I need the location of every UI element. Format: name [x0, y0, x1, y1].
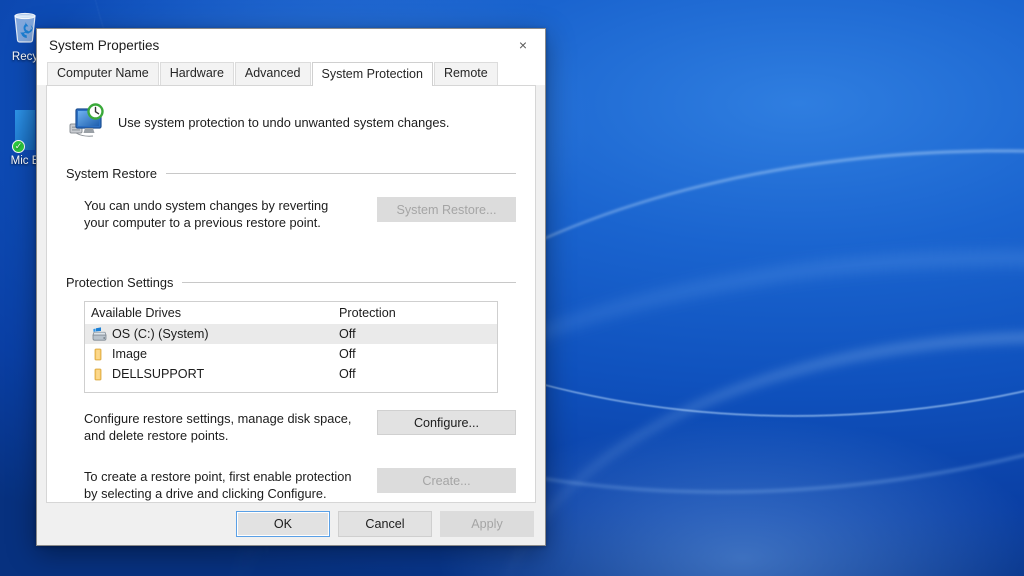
title-bar: System Properties ×: [37, 29, 545, 62]
system-restore-heading-row: System Restore: [66, 166, 516, 181]
close-icon[interactable]: ×: [501, 29, 545, 61]
protection-settings-group: Protection Settings Available Drives Pro…: [61, 275, 521, 502]
system-properties-window: System Properties × Computer Name Hardwa…: [36, 28, 546, 546]
tab-hardware[interactable]: Hardware: [159, 62, 234, 85]
tab-advanced[interactable]: Advanced: [234, 62, 311, 85]
drive-protection-status: Off: [339, 327, 356, 341]
edge-check-badge: ✓: [12, 140, 25, 153]
column-header-available-drives: Available Drives: [91, 306, 182, 320]
intro-text: Use system protection to undo unwanted s…: [118, 115, 450, 130]
column-header-protection: Protection: [339, 306, 396, 320]
system-protection-icon: [67, 103, 105, 144]
tab-strip: Computer Name Hardware Advanced System P…: [37, 62, 545, 86]
create-row: To create a restore point, first enable …: [66, 468, 516, 502]
system-restore-description: You can undo system changes by reverting…: [84, 198, 329, 230]
create-description: To create a restore point, first enable …: [84, 469, 352, 501]
create-button[interactable]: Create...: [377, 468, 516, 493]
desktop: Recy ✓ Mic E System Properties × Compute…: [0, 0, 1024, 576]
protection-settings-heading-row: Protection Settings: [66, 275, 516, 290]
protection-settings-heading: Protection Settings: [66, 275, 174, 290]
dialog-footer: OK Cancel Apply: [37, 503, 545, 545]
configure-button[interactable]: Configure...: [377, 410, 516, 435]
system-restore-button[interactable]: System Restore...: [377, 197, 516, 222]
drive-protection-status: Off: [339, 367, 356, 381]
tab-remote[interactable]: Remote: [433, 62, 498, 85]
configure-row: Configure restore settings, manage disk …: [66, 410, 516, 444]
system-restore-row: You can undo system changes by reverting…: [66, 197, 516, 231]
drive-name: Image: [112, 347, 148, 361]
table-row[interactable]: DELLSUPPORT Off: [85, 364, 497, 384]
apply-button[interactable]: Apply: [440, 511, 534, 537]
system-restore-heading: System Restore: [66, 166, 158, 181]
available-drives-table[interactable]: Available Drives Protection OS (C:) (Sys…: [84, 301, 498, 393]
group-rule: [166, 173, 516, 174]
folder-drive-icon: [91, 367, 108, 382]
table-header-row: Available Drives Protection: [85, 302, 497, 324]
system-restore-group: System Restore You can undo system chang…: [61, 166, 521, 231]
table-row[interactable]: Image Off: [85, 344, 497, 364]
window-title: System Properties: [49, 37, 160, 53]
configure-description: Configure restore settings, manage disk …: [84, 411, 352, 443]
drive-name: DELLSUPPORT: [112, 367, 205, 381]
drive-protection-status: Off: [339, 347, 356, 361]
folder-drive-icon: [91, 347, 108, 362]
cancel-button[interactable]: Cancel: [338, 511, 432, 537]
drive-name: OS (C:) (System): [112, 327, 209, 341]
table-row[interactable]: OS (C:) (System) Off: [85, 324, 497, 344]
system-protection-panel: Use system protection to undo unwanted s…: [46, 85, 536, 503]
group-rule: [182, 282, 516, 283]
tab-system-protection[interactable]: System Protection: [311, 62, 433, 86]
ok-button[interactable]: OK: [236, 511, 330, 537]
hard-drive-icon: [91, 326, 108, 342]
intro-row: Use system protection to undo unwanted s…: [61, 100, 521, 144]
tab-computer-name[interactable]: Computer Name: [47, 62, 159, 85]
